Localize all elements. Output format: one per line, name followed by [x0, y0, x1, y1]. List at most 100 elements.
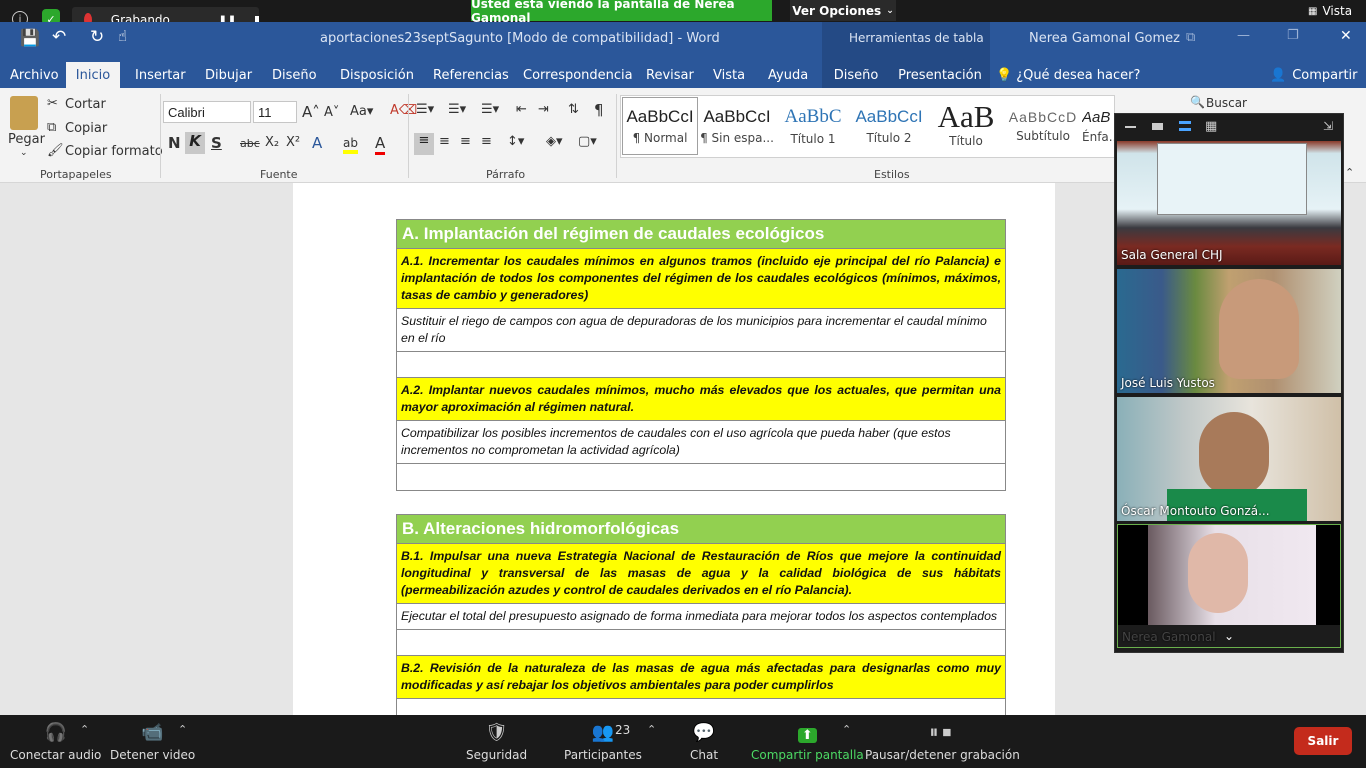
tell-me-box[interactable]: 💡 ¿Qué desea hacer? [996, 62, 1140, 88]
tab-inicio[interactable]: Inicio [66, 62, 120, 88]
tab-disposicion[interactable]: Disposición [340, 62, 414, 88]
active-speaker-icon[interactable] [1152, 123, 1163, 130]
clear-format-icon[interactable]: A⌫ [390, 103, 417, 118]
style-normal[interactable]: AaBbCcI ¶ Normal [622, 97, 698, 155]
style-emphasis[interactable]: AaB Énfa... [1082, 97, 1114, 155]
tab-revisar[interactable]: Revisar [646, 62, 694, 88]
justify-icon[interactable]: ≡ [481, 134, 492, 149]
copy-button[interactable]: Copiar [65, 121, 107, 136]
align-center-icon[interactable]: ≡ [439, 134, 450, 149]
minimize-icon[interactable]: — [1237, 28, 1250, 43]
security-button[interactable]: 🛡 Seguridad [466, 715, 527, 768]
empty-row[interactable] [397, 630, 1005, 656]
style-heading1[interactable]: AaBbC Título 1 [776, 97, 850, 155]
table-section-b[interactable]: B. Alteraciones hidromorfológicas B.1. I… [396, 514, 1006, 715]
tab-insertar[interactable]: Insertar [135, 62, 186, 88]
style-title[interactable]: AaB Título [928, 97, 1004, 155]
tab-ayuda[interactable]: Ayuda [768, 62, 808, 88]
style-sample: AaB [1082, 108, 1111, 126]
exit-icon[interactable]: ⇲ [1323, 119, 1333, 133]
font-color-icon[interactable]: A [375, 134, 386, 155]
video-options-chevron-icon[interactable]: ⌃ [178, 723, 187, 736]
paste-icon[interactable] [10, 96, 38, 130]
save-icon[interactable]: 💾 [20, 28, 40, 47]
numbering-icon[interactable]: ☰▾ [448, 102, 466, 117]
redo-icon[interactable]: ↻ [90, 27, 104, 47]
tab-referencias[interactable]: Referencias [433, 62, 509, 88]
strip-view-icon[interactable] [1179, 121, 1191, 131]
grow-font-icon[interactable]: A˄ [302, 103, 320, 121]
minimize-video-icon[interactable] [1125, 126, 1136, 128]
video-tile[interactable]: José Luis Yustos [1117, 269, 1341, 393]
view-options-button[interactable]: Ver Opciones ⌄ [790, 0, 896, 21]
line-spacing-icon[interactable]: ↕▾ [507, 134, 524, 149]
format-painter-button[interactable]: Copiar formato [65, 144, 163, 159]
align-left-icon[interactable]: ≡ [414, 133, 434, 155]
tab-diseno[interactable]: Diseño [272, 62, 317, 88]
cut-button[interactable]: Cortar [65, 97, 106, 112]
empty-row[interactable] [397, 464, 1005, 490]
undo-icon[interactable]: ↶ [52, 27, 66, 47]
collapse-ribbon-icon[interactable]: ⌃ [1345, 166, 1354, 179]
tab-diseno-tabla[interactable]: Diseño [822, 62, 890, 88]
bold-icon[interactable]: N [168, 134, 181, 152]
tab-presentacion[interactable]: Presentación [890, 62, 990, 88]
tab-archivo[interactable]: Archivo [10, 62, 59, 88]
highlighted-measure: A.1. Incrementar los caudales mínimos en… [397, 249, 1005, 309]
pilcrow-icon[interactable]: ¶ [594, 101, 604, 119]
video-tile-active[interactable]: Nerea Gamonal ⌄ [1117, 524, 1341, 648]
borders-icon[interactable]: ▢▾ [578, 134, 597, 149]
search-icon[interactable]: 🔍 [1190, 95, 1205, 109]
superscript-icon[interactable]: X² [286, 135, 300, 150]
italic-icon[interactable]: K [185, 132, 205, 154]
tab-vista[interactable]: Vista [713, 62, 745, 88]
subscript-icon[interactable]: X₂ [265, 135, 279, 150]
table-tools-title: Herramientas de tabla [849, 31, 984, 45]
style-sample: AaBbCcI [855, 107, 923, 126]
gallery-view-icon[interactable]: ▦ [1205, 119, 1217, 134]
recording-controls-button[interactable]: ⏸⏹ Pausar/detener grabación [865, 715, 1020, 768]
align-right-icon[interactable]: ≡ [460, 134, 471, 149]
view-button[interactable]: ▦ Vista [1308, 4, 1352, 18]
font-name-select[interactable]: Calibri [163, 101, 251, 123]
empty-row[interactable] [397, 352, 1005, 378]
shading-icon[interactable]: ◈▾ [546, 134, 563, 149]
audio-options-chevron-icon[interactable]: ⌃ [80, 723, 89, 736]
tab-correspondencia[interactable]: Correspondencia [523, 62, 633, 88]
tab-dibujar[interactable]: Dibujar [205, 62, 252, 88]
highlight-icon[interactable]: ab [343, 136, 358, 154]
font-size-select[interactable]: 11 [253, 101, 297, 123]
participants-chevron-icon[interactable]: ⌃ [647, 723, 656, 736]
user-name[interactable]: Nerea Gamonal Gomez [1029, 31, 1180, 46]
measure-note: Ejecutar el total del presupuesto asigna… [397, 604, 1005, 630]
multilevel-list-icon[interactable]: ☰▾ [481, 102, 499, 117]
close-icon[interactable]: ✕ [1340, 28, 1352, 44]
increase-indent-icon[interactable]: ⇥ [538, 102, 549, 117]
change-case-icon[interactable]: Aa▾ [350, 104, 373, 119]
find-button[interactable]: Buscar [1206, 96, 1247, 110]
style-no-spacing[interactable]: AaBbCcI ¶ Sin espa... [700, 97, 774, 155]
text-effects-icon[interactable]: A [312, 134, 322, 152]
chevron-down-icon[interactable]: ⌄ [1224, 629, 1234, 643]
sort-icon[interactable]: ⇅ [568, 102, 579, 117]
paste-button[interactable]: Pegar [8, 132, 45, 147]
share-button[interactable]: 👤 Compartir [1270, 62, 1358, 88]
video-tile[interactable]: Sala General CHJ [1117, 141, 1341, 265]
style-heading2[interactable]: AaBbCcI Título 2 [852, 97, 926, 155]
shrink-font-icon[interactable]: A˅ [324, 105, 339, 120]
ribbon-display-icon[interactable]: ⧉ [1186, 30, 1195, 45]
underline-icon[interactable]: S [211, 134, 222, 152]
maximize-icon[interactable]: ❐ [1287, 28, 1299, 43]
touch-mode-icon[interactable]: ☝ [118, 27, 127, 45]
strikethrough-icon[interactable]: abc [240, 137, 260, 150]
chevron-down-icon[interactable]: ⌄ [20, 148, 28, 158]
decrease-indent-icon[interactable]: ⇤ [516, 102, 527, 117]
table-section-a[interactable]: A. Implantación del régimen de caudales … [396, 219, 1006, 491]
share-options-chevron-icon[interactable]: ⌃ [842, 723, 851, 736]
chat-button[interactable]: 💬 Chat [690, 715, 718, 768]
leave-button[interactable]: Salir [1294, 727, 1352, 755]
style-subtitle[interactable]: AaBbCcD Subtítulo [1006, 97, 1080, 155]
lightbulb-icon: 💡 [996, 67, 1013, 83]
video-tile[interactable]: Óscar Montouto Gonzá... [1117, 397, 1341, 521]
bullets-icon[interactable]: ☰▾ [416, 102, 434, 117]
